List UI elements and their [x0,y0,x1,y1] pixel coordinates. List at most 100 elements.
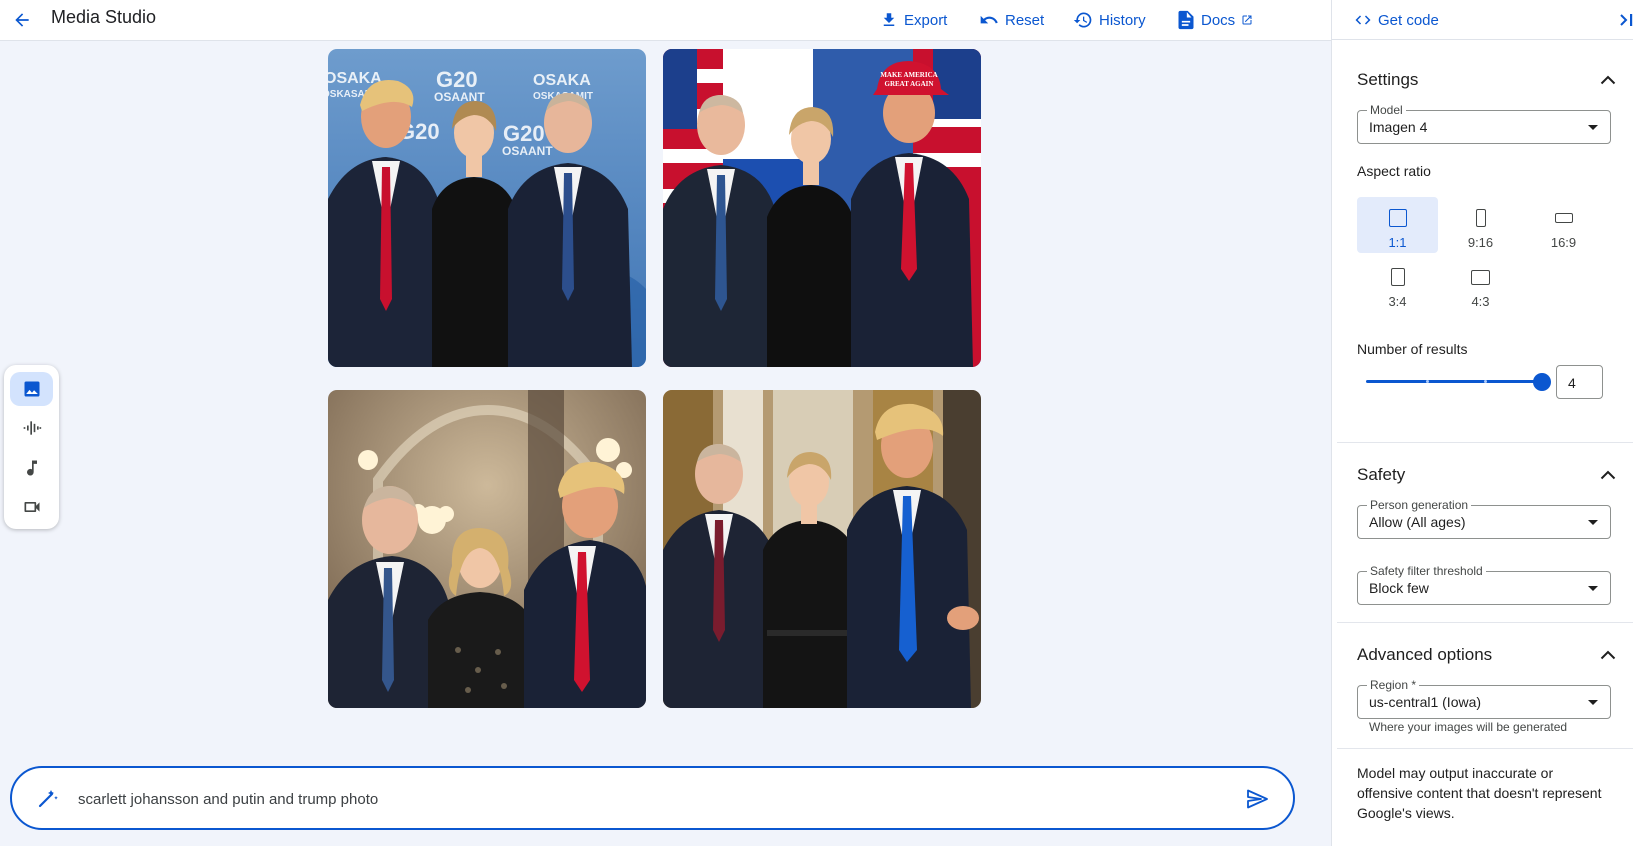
aspect-ratio-label: 9:16 [1467,235,1494,250]
reset-label: Reset [1005,11,1045,29]
backdrop-sign-g20: G20 [436,67,478,92]
enhance-prompt-button[interactable] [36,786,60,815]
aspect-ratio-4-3[interactable]: 4:3 [1440,256,1521,312]
landscape-icon [1554,213,1573,223]
safety-filter-value: Block few [1369,580,1429,596]
person-generation-value: Allow (All ages) [1369,514,1466,530]
portrait-icon [1390,268,1405,286]
region-label: Region * [1367,678,1420,692]
aspect-ratio-16-9[interactable]: 16:9 [1523,197,1604,253]
prompt-input[interactable] [76,787,1220,811]
safety-filter-select[interactable]: Safety filter threshold Block few [1357,564,1611,605]
settings-title: Settings [1357,70,1419,89]
model-value: Imagen 4 [1369,119,1428,135]
docs-label: Docs [1201,11,1236,29]
music-note-icon [26,460,37,476]
panel-header: Get code [1332,0,1633,40]
region-value: us-central1 (Iowa) [1369,694,1482,710]
dropdown-arrow-icon [1588,586,1598,591]
generated-image-2[interactable]: MAKE AMERICA GREAT AGAIN [663,49,981,367]
region-select[interactable]: Region * us-central1 (Iowa) [1357,678,1611,719]
send-button[interactable] [1245,787,1269,816]
arrow-back-icon [15,13,29,27]
slider-tick [1426,380,1429,383]
collapse-right-icon [1620,14,1633,26]
image-tool-button[interactable] [10,372,53,406]
person-generation-label: Person generation [1367,498,1472,512]
advanced-collapse-toggle[interactable] [1597,644,1619,666]
landscape-icon [1471,269,1490,285]
aspect-ratio-3-4[interactable]: 3:4 [1357,256,1438,312]
backdrop-sign-osaant-2: OSAANT [502,144,553,158]
advanced-options-title: Advanced options [1357,645,1493,664]
media-type-rail [4,365,59,529]
disclaimer-text: Model may output inaccurate or offensive… [1357,765,1602,821]
aspect-ratio-label: 1:1 [1388,235,1407,250]
aspect-ratio-label: 16:9 [1550,235,1577,250]
aspect-ratio-title: Aspect ratio [1357,163,1431,179]
history-label: History [1099,11,1146,29]
video-tool-button[interactable] [10,490,53,524]
chevron-up-icon [1600,75,1616,85]
back-button[interactable] [6,4,38,36]
undo-icon [980,15,998,24]
section-divider [1337,748,1633,749]
hat-text-line-2: GREAT AGAIN [885,80,934,88]
dropdown-arrow-icon [1588,520,1598,525]
safety-title: Safety [1357,465,1406,484]
aspect-ratio-label: 3:4 [1388,294,1407,309]
number-of-results-title: Number of results [1357,341,1468,357]
chevron-up-icon [1600,650,1616,660]
model-label: Model [1367,103,1406,117]
section-divider [1337,442,1633,443]
get-code-button[interactable]: Get code [1354,6,1439,34]
speech-tool-button[interactable] [10,411,53,445]
reset-button[interactable]: Reset [979,6,1044,34]
top-toolbar: Media Studio Export Reset History Docs [0,0,1331,41]
aspect-ratio-1-1[interactable]: 1:1 [1357,197,1438,253]
number-of-results-slider[interactable] [1366,372,1551,392]
dropdown-arrow-icon [1588,125,1598,130]
hat-text-line-1: MAKE AMERICA [880,71,937,79]
person-generation-select[interactable]: Person generation Allow (All ages) [1357,498,1611,539]
generated-image-4[interactable] [663,390,981,708]
slider-tick [1484,380,1487,383]
generated-image-1[interactable]: OSAKA G20 OSAANT OSAKA OSKASAMIT G20 OSA… [328,49,646,367]
square-icon [1388,209,1407,227]
backdrop-sign-g20-2: G20 [503,121,545,146]
slider-track [1366,380,1542,383]
slider-thumb[interactable] [1533,373,1551,391]
collapse-panel-button[interactable] [1611,6,1633,34]
aspect-ratio-label: 4:3 [1471,294,1490,309]
number-of-results-input[interactable]: 4 [1556,365,1603,399]
videocam-icon [24,502,39,512]
model-select[interactable]: Model Imagen 4 [1357,103,1611,144]
music-tool-button[interactable] [10,451,53,485]
backdrop-sign-osaka-2: OSAKA [533,72,591,89]
download-icon [883,13,895,26]
settings-collapse-toggle[interactable] [1597,69,1619,91]
prompt-bar [10,766,1295,830]
portrait-icon [1475,209,1486,227]
audio-waveform-icon [23,421,41,435]
export-label: Export [904,11,948,29]
image-icon [24,381,39,397]
magic-wand-icon [38,790,58,808]
get-code-label: Get code [1378,11,1439,29]
send-icon [1247,789,1268,809]
settings-panel: Get code Settings Model Imagen 4 Aspect … [1331,0,1633,846]
open-in-new-icon [1242,15,1252,25]
code-icon [1355,15,1371,25]
history-button[interactable]: History [1073,6,1146,34]
export-button[interactable]: Export [880,6,947,34]
section-divider [1337,622,1633,623]
aspect-ratio-9-16[interactable]: 9:16 [1440,197,1521,253]
docs-link[interactable]: Docs [1177,6,1253,34]
document-icon [1178,10,1194,30]
app-title: Media Studio [51,7,157,27]
safety-filter-label: Safety filter threshold [1367,564,1486,578]
generated-image-3[interactable] [328,390,646,708]
chevron-up-icon [1600,470,1616,480]
history-icon [1073,12,1092,28]
safety-collapse-toggle[interactable] [1597,464,1619,486]
